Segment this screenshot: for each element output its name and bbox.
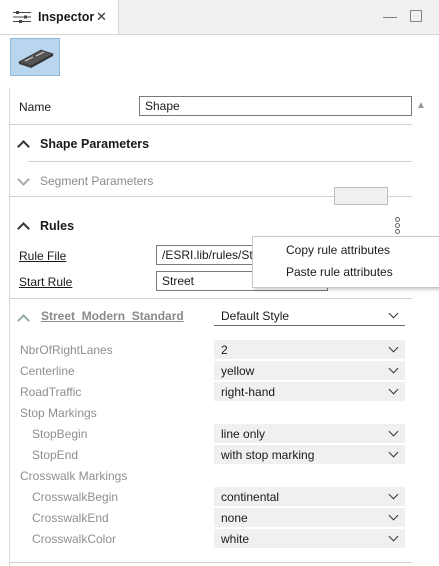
preview-area bbox=[0, 35, 439, 85]
divider bbox=[28, 161, 413, 162]
divider bbox=[10, 124, 413, 125]
chevron-down-icon bbox=[388, 489, 399, 500]
close-icon[interactable]: ✕ bbox=[96, 9, 107, 25]
more-options-icon[interactable] bbox=[395, 217, 400, 235]
attr-label: Centerline bbox=[20, 364, 75, 378]
tab-inspector[interactable]: Inspector ✕ bbox=[0, 0, 119, 34]
attr-label: StopEnd bbox=[32, 448, 79, 462]
attr-label: CrosswalkEnd bbox=[32, 511, 109, 525]
attr-value: with stop marking bbox=[221, 448, 315, 462]
chevron-down-icon bbox=[388, 308, 399, 319]
group-label: Stop Markings bbox=[20, 406, 97, 420]
attr-dropdown[interactable]: with stop marking bbox=[214, 445, 405, 464]
rule-file-input[interactable]: /ESRI.lib/rules/Str bbox=[156, 245, 258, 265]
section-shape-parameters[interactable]: Shape Parameters bbox=[40, 137, 149, 151]
style-dropdown[interactable]: Default Style bbox=[214, 306, 405, 325]
vertical-scrollbar[interactable]: ▲ bbox=[412, 88, 430, 566]
chevron-down-icon bbox=[388, 531, 399, 542]
rule-browse-button[interactable] bbox=[334, 187, 388, 205]
chevron-down-icon bbox=[388, 447, 399, 458]
collapse-icon[interactable] bbox=[18, 138, 32, 148]
attr-value: yellow bbox=[221, 364, 255, 378]
name-input[interactable]: Shape bbox=[139, 96, 412, 116]
tab-title: Inspector bbox=[38, 10, 95, 24]
collapse-icon[interactable] bbox=[18, 312, 32, 322]
style-label[interactable]: Street_Modern_Standard bbox=[41, 309, 184, 323]
attr-label: CrosswalkBegin bbox=[32, 490, 119, 504]
collapse-icon[interactable] bbox=[18, 220, 32, 230]
attr-dropdown[interactable]: none bbox=[214, 508, 405, 527]
divider bbox=[10, 298, 413, 299]
scroll-up-icon[interactable]: ▲ bbox=[416, 100, 426, 111]
attr-dropdown[interactable]: line only bbox=[214, 424, 405, 443]
context-menu: Copy rule attributes Paste rule attribut… bbox=[252, 236, 439, 288]
attr-dropdown[interactable]: yellow bbox=[214, 361, 405, 380]
chevron-down-icon bbox=[388, 426, 399, 437]
inspector-panel: Name Shape Shape Parameters Segment Para… bbox=[9, 88, 414, 566]
sliders-icon bbox=[13, 11, 31, 23]
chevron-down-icon bbox=[388, 384, 399, 395]
attr-dropdown[interactable]: white bbox=[214, 529, 405, 548]
attr-dropdown[interactable]: right-hand bbox=[214, 382, 405, 401]
dropdown-underline bbox=[214, 325, 405, 326]
chevron-down-icon bbox=[388, 363, 399, 374]
style-value: Default Style bbox=[221, 309, 290, 323]
section-rules[interactable]: Rules bbox=[40, 219, 74, 233]
attr-label: CrosswalkColor bbox=[32, 532, 117, 546]
attr-value: 2 bbox=[221, 343, 228, 357]
name-label: Name bbox=[19, 100, 52, 114]
attr-dropdown[interactable]: continental bbox=[214, 487, 405, 506]
chevron-down-icon bbox=[388, 342, 399, 353]
menu-item-copy-rule-attributes[interactable]: Copy rule attributes bbox=[286, 243, 390, 257]
attr-value: continental bbox=[221, 490, 280, 504]
menu-item-paste-rule-attributes[interactable]: Paste rule attributes bbox=[286, 265, 393, 279]
chevron-down-icon bbox=[388, 510, 399, 521]
attr-value: right-hand bbox=[221, 385, 276, 399]
expand-icon[interactable] bbox=[18, 177, 32, 187]
attr-value: none bbox=[221, 511, 248, 525]
attr-label: RoadTraffic bbox=[20, 385, 82, 399]
start-rule-label[interactable]: Start Rule bbox=[19, 275, 72, 289]
attr-label: NbrOfRightLanes bbox=[20, 343, 113, 357]
shape-preview-icon bbox=[10, 38, 60, 76]
tab-bar: Inspector ✕ — bbox=[0, 0, 439, 35]
divider bbox=[10, 562, 413, 563]
attr-dropdown[interactable]: 2 bbox=[214, 340, 405, 359]
attr-value: line only bbox=[221, 427, 266, 441]
minimize-icon[interactable]: — bbox=[383, 8, 397, 24]
group-label: Crosswalk Markings bbox=[20, 469, 128, 483]
attr-value: white bbox=[221, 532, 250, 546]
attr-label: StopBegin bbox=[32, 427, 88, 441]
maximize-icon[interactable] bbox=[410, 10, 422, 22]
section-segment-parameters[interactable]: Segment Parameters bbox=[40, 174, 153, 188]
rule-file-label[interactable]: Rule File bbox=[19, 249, 66, 263]
